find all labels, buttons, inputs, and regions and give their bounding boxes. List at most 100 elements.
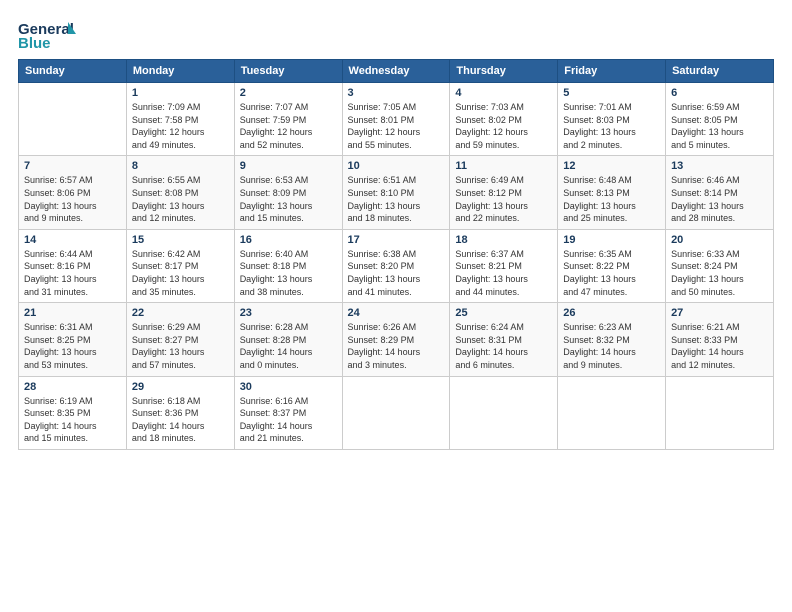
day-number: 30 (240, 381, 337, 393)
day-cell: 19Sunrise: 6:35 AM Sunset: 8:22 PM Dayli… (558, 229, 666, 302)
day-cell: 5 Sunrise: 7:01 AM Sunset: 8:03 PM Daylig… (558, 83, 666, 156)
day-number: 10 (348, 160, 445, 172)
day-cell: 7 Sunrise: 6:57 AM Sunset: 8:06 PM Daylig… (19, 156, 127, 229)
logo: GeneralBlue (18, 18, 78, 53)
svg-text:Blue: Blue (18, 35, 51, 52)
day-cell: 8Sunrise: 6:55 AM Sunset: 8:08 PM Daylig… (126, 156, 234, 229)
day-cell: 21 Sunrise: 6:31 AM Sunset: 8:25 PM Dayli… (19, 303, 127, 376)
day-number: 4 (455, 87, 552, 99)
week-row-0: 1 Sunrise: 7:09 AM Sunset: 7:58 PM Daylig… (19, 83, 774, 156)
day-cell (19, 83, 127, 156)
header-cell-wednesday: Wednesday (342, 60, 450, 83)
day-number: 20 (671, 234, 768, 246)
day-info: Sunrise: 7:07 AM Sunset: 7:59 PM Dayligh… (240, 101, 337, 151)
day-info: Sunrise: 6:18 AM Sunset: 8:36 PM Dayligh… (132, 395, 229, 445)
day-cell: 23Sunrise: 6:28 AM Sunset: 8:28 PM Dayli… (234, 303, 342, 376)
day-cell: 1 Sunrise: 7:09 AM Sunset: 7:58 PM Daylig… (126, 83, 234, 156)
day-number: 3 (348, 87, 445, 99)
day-number: 9 (240, 160, 337, 172)
week-row-3: 21 Sunrise: 6:31 AM Sunset: 8:25 PM Dayli… (19, 303, 774, 376)
day-cell: 26 Sunrise: 6:23 AM Sunset: 8:32 PM Dayli… (558, 303, 666, 376)
day-number: 21 (24, 307, 121, 319)
day-info: Sunrise: 6:57 AM Sunset: 8:06 PM Dayligh… (24, 174, 121, 224)
day-info: Sunrise: 6:21 AM Sunset: 8:33 PM Dayligh… (671, 321, 768, 371)
day-info: Sunrise: 6:29 AM Sunset: 8:27 PM Dayligh… (132, 321, 229, 371)
header-cell-monday: Monday (126, 60, 234, 83)
week-row-4: 28 Sunrise: 6:19 AM Sunset: 8:35 PM Dayli… (19, 376, 774, 449)
day-cell: 18 Sunrise: 6:37 AM Sunset: 8:21 PM Dayli… (450, 229, 558, 302)
day-cell: 17Sunrise: 6:38 AM Sunset: 8:20 PM Dayli… (342, 229, 450, 302)
day-cell: 3 Sunrise: 7:05 AM Sunset: 8:01 PM Daylig… (342, 83, 450, 156)
day-info: Sunrise: 6:48 AM Sunset: 8:13 PM Dayligh… (563, 174, 660, 224)
logo-svg: GeneralBlue (18, 18, 78, 53)
week-row-1: 7 Sunrise: 6:57 AM Sunset: 8:06 PM Daylig… (19, 156, 774, 229)
header-row: SundayMondayTuesdayWednesdayThursdayFrid… (19, 60, 774, 83)
header-cell-thursday: Thursday (450, 60, 558, 83)
day-info: Sunrise: 6:55 AM Sunset: 8:08 PM Dayligh… (132, 174, 229, 224)
day-number: 23 (240, 307, 337, 319)
day-cell: 16Sunrise: 6:40 AM Sunset: 8:18 PM Dayli… (234, 229, 342, 302)
day-cell: 25 Sunrise: 6:24 AM Sunset: 8:31 PM Dayli… (450, 303, 558, 376)
day-cell: 6 Sunrise: 6:59 AM Sunset: 8:05 PM Daylig… (666, 83, 774, 156)
day-cell: 11 Sunrise: 6:49 AM Sunset: 8:12 PM Dayli… (450, 156, 558, 229)
day-cell (342, 376, 450, 449)
header-cell-saturday: Saturday (666, 60, 774, 83)
day-cell: 2 Sunrise: 7:07 AM Sunset: 7:59 PM Daylig… (234, 83, 342, 156)
day-number: 2 (240, 87, 337, 99)
day-number: 16 (240, 234, 337, 246)
day-info: Sunrise: 7:09 AM Sunset: 7:58 PM Dayligh… (132, 101, 229, 151)
header-cell-sunday: Sunday (19, 60, 127, 83)
day-cell: 27 Sunrise: 6:21 AM Sunset: 8:33 PM Dayli… (666, 303, 774, 376)
header-cell-friday: Friday (558, 60, 666, 83)
day-cell: 4 Sunrise: 7:03 AM Sunset: 8:02 PM Daylig… (450, 83, 558, 156)
day-cell: 12 Sunrise: 6:48 AM Sunset: 8:13 PM Dayli… (558, 156, 666, 229)
day-info: Sunrise: 6:38 AM Sunset: 8:20 PM Dayligh… (348, 248, 445, 298)
week-row-2: 14 Sunrise: 6:44 AM Sunset: 8:16 PM Dayli… (19, 229, 774, 302)
day-cell: 24 Sunrise: 6:26 AM Sunset: 8:29 PM Dayli… (342, 303, 450, 376)
day-cell: 9Sunrise: 6:53 AM Sunset: 8:09 PM Daylig… (234, 156, 342, 229)
day-number: 26 (563, 307, 660, 319)
day-info: Sunrise: 6:23 AM Sunset: 8:32 PM Dayligh… (563, 321, 660, 371)
day-number: 18 (455, 234, 552, 246)
page: GeneralBlue SundayMondayTuesdayWednesday… (0, 0, 792, 612)
day-info: Sunrise: 6:26 AM Sunset: 8:29 PM Dayligh… (348, 321, 445, 371)
day-number: 15 (132, 234, 229, 246)
day-number: 7 (24, 160, 121, 172)
day-number: 12 (563, 160, 660, 172)
day-info: Sunrise: 6:35 AM Sunset: 8:22 PM Dayligh… (563, 248, 660, 298)
day-number: 6 (671, 87, 768, 99)
day-info: Sunrise: 6:37 AM Sunset: 8:21 PM Dayligh… (455, 248, 552, 298)
day-info: Sunrise: 7:03 AM Sunset: 8:02 PM Dayligh… (455, 101, 552, 151)
day-info: Sunrise: 6:49 AM Sunset: 8:12 PM Dayligh… (455, 174, 552, 224)
day-cell: 30Sunrise: 6:16 AM Sunset: 8:37 PM Dayli… (234, 376, 342, 449)
day-number: 28 (24, 381, 121, 393)
day-cell (666, 376, 774, 449)
day-number: 29 (132, 381, 229, 393)
day-number: 14 (24, 234, 121, 246)
header-cell-tuesday: Tuesday (234, 60, 342, 83)
day-number: 25 (455, 307, 552, 319)
day-info: Sunrise: 7:01 AM Sunset: 8:03 PM Dayligh… (563, 101, 660, 151)
day-info: Sunrise: 6:46 AM Sunset: 8:14 PM Dayligh… (671, 174, 768, 224)
day-cell (558, 376, 666, 449)
day-cell: 22Sunrise: 6:29 AM Sunset: 8:27 PM Dayli… (126, 303, 234, 376)
day-info: Sunrise: 7:05 AM Sunset: 8:01 PM Dayligh… (348, 101, 445, 151)
day-number: 11 (455, 160, 552, 172)
day-number: 1 (132, 87, 229, 99)
day-cell: 28 Sunrise: 6:19 AM Sunset: 8:35 PM Dayli… (19, 376, 127, 449)
day-info: Sunrise: 6:42 AM Sunset: 8:17 PM Dayligh… (132, 248, 229, 298)
day-info: Sunrise: 6:44 AM Sunset: 8:16 PM Dayligh… (24, 248, 121, 298)
day-info: Sunrise: 6:31 AM Sunset: 8:25 PM Dayligh… (24, 321, 121, 371)
day-cell (450, 376, 558, 449)
day-number: 13 (671, 160, 768, 172)
day-info: Sunrise: 6:24 AM Sunset: 8:31 PM Dayligh… (455, 321, 552, 371)
calendar-table: SundayMondayTuesdayWednesdayThursdayFrid… (18, 59, 774, 450)
day-info: Sunrise: 6:59 AM Sunset: 8:05 PM Dayligh… (671, 101, 768, 151)
day-number: 24 (348, 307, 445, 319)
day-info: Sunrise: 6:33 AM Sunset: 8:24 PM Dayligh… (671, 248, 768, 298)
day-number: 5 (563, 87, 660, 99)
day-number: 27 (671, 307, 768, 319)
day-info: Sunrise: 6:19 AM Sunset: 8:35 PM Dayligh… (24, 395, 121, 445)
day-cell: 20 Sunrise: 6:33 AM Sunset: 8:24 PM Dayli… (666, 229, 774, 302)
header: GeneralBlue (18, 18, 774, 53)
